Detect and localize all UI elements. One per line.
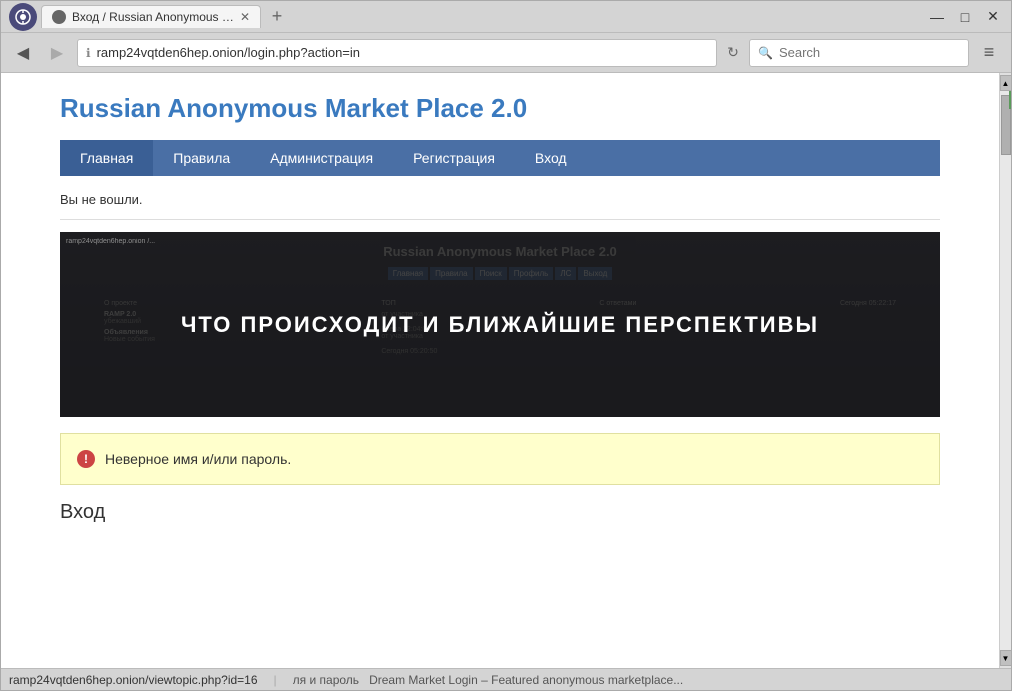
new-tab-button[interactable]: +: [265, 5, 289, 29]
scrollbar-down-button[interactable]: ▼: [1000, 650, 1012, 666]
error-icon: !: [77, 450, 95, 468]
tab-favicon: [52, 10, 66, 24]
scrollbar-track[interactable]: [1000, 91, 1012, 650]
lock-icon: ℹ: [86, 46, 91, 60]
active-tab[interactable]: Вход / Russian Anonymous M... ✕: [41, 5, 261, 28]
close-button[interactable]: ✕: [983, 7, 1003, 27]
banner-url: ramp24vqtden6hep.onion /...: [66, 238, 155, 245]
tab-close-button[interactable]: ✕: [240, 10, 250, 24]
search-bar[interactable]: 🔍: [749, 39, 969, 67]
menu-button[interactable]: ≡: [975, 39, 1003, 67]
nav-item-admin[interactable]: Администрация: [250, 140, 393, 176]
status-extra: ля и пароль Dream Market Login – Feature…: [293, 673, 684, 687]
site-title: Russian Anonymous Market Place 2.0: [60, 93, 940, 124]
search-input[interactable]: [779, 45, 939, 60]
error-box: ! Неверное имя и/или пароль.: [60, 433, 940, 485]
status-url: ramp24vqtden6hep.onion/viewtopic.php?id=…: [9, 673, 258, 687]
scrollbar-up-button[interactable]: ▲: [1000, 75, 1012, 91]
window-controls: — □ ✕: [927, 7, 1003, 27]
status-bar: ramp24vqtden6hep.onion/viewtopic.php?id=…: [1, 668, 1011, 690]
banner-image: Russian Anonymous Market Place 2.0 Главн…: [60, 232, 940, 417]
browser-window: Вход / Russian Anonymous M... ✕ + — □ ✕ …: [0, 0, 1012, 691]
title-bar-left: Вход / Russian Anonymous M... ✕ +: [9, 3, 289, 31]
search-icon: 🔍: [758, 46, 773, 60]
tab-title: Вход / Russian Anonymous M...: [72, 10, 234, 24]
page-area: Russian Anonymous Market Place 2.0 Главн…: [1, 73, 1011, 668]
address-text: ramp24vqtden6hep.onion/login.php?action=…: [97, 45, 708, 60]
banner-main-text: ЧТО ПРОИСХОДИТ И БЛИЖАЙШИЕ ПЕРСПЕКТИВЫ: [181, 312, 819, 338]
nav-item-register[interactable]: Регистрация: [393, 140, 515, 176]
login-section-title: Вход: [60, 501, 940, 524]
back-button[interactable]: ◀: [9, 39, 37, 67]
navigation-bar: ◀ ▶ ℹ ramp24vqtden6hep.onion/login.php?a…: [1, 33, 1011, 73]
nav-item-home[interactable]: Главная: [60, 140, 153, 176]
address-bar[interactable]: ℹ ramp24vqtden6hep.onion/login.php?actio…: [77, 39, 717, 67]
minimize-button[interactable]: —: [927, 7, 947, 27]
error-message: Неверное имя и/или пароль.: [105, 451, 291, 467]
site-container: Russian Anonymous Market Place 2.0 Главн…: [40, 73, 960, 544]
forward-button[interactable]: ▶: [43, 39, 71, 67]
scrollbar[interactable]: ▲ ▼: [999, 73, 1011, 668]
scroll-position-indicator: [1009, 91, 1012, 109]
page-content: Russian Anonymous Market Place 2.0 Главн…: [1, 73, 999, 668]
nav-item-login[interactable]: Вход: [515, 140, 587, 176]
title-bar: Вход / Russian Anonymous M... ✕ + — □ ✕: [1, 1, 1011, 33]
logged-out-message: Вы не вошли.: [60, 192, 940, 220]
nav-item-rules[interactable]: Правила: [153, 140, 250, 176]
maximize-button[interactable]: □: [955, 7, 975, 27]
refresh-button[interactable]: ↻: [723, 43, 743, 63]
browser-logo: [9, 3, 37, 31]
site-navigation: Главная Правила Администрация Регистраци…: [60, 140, 940, 176]
